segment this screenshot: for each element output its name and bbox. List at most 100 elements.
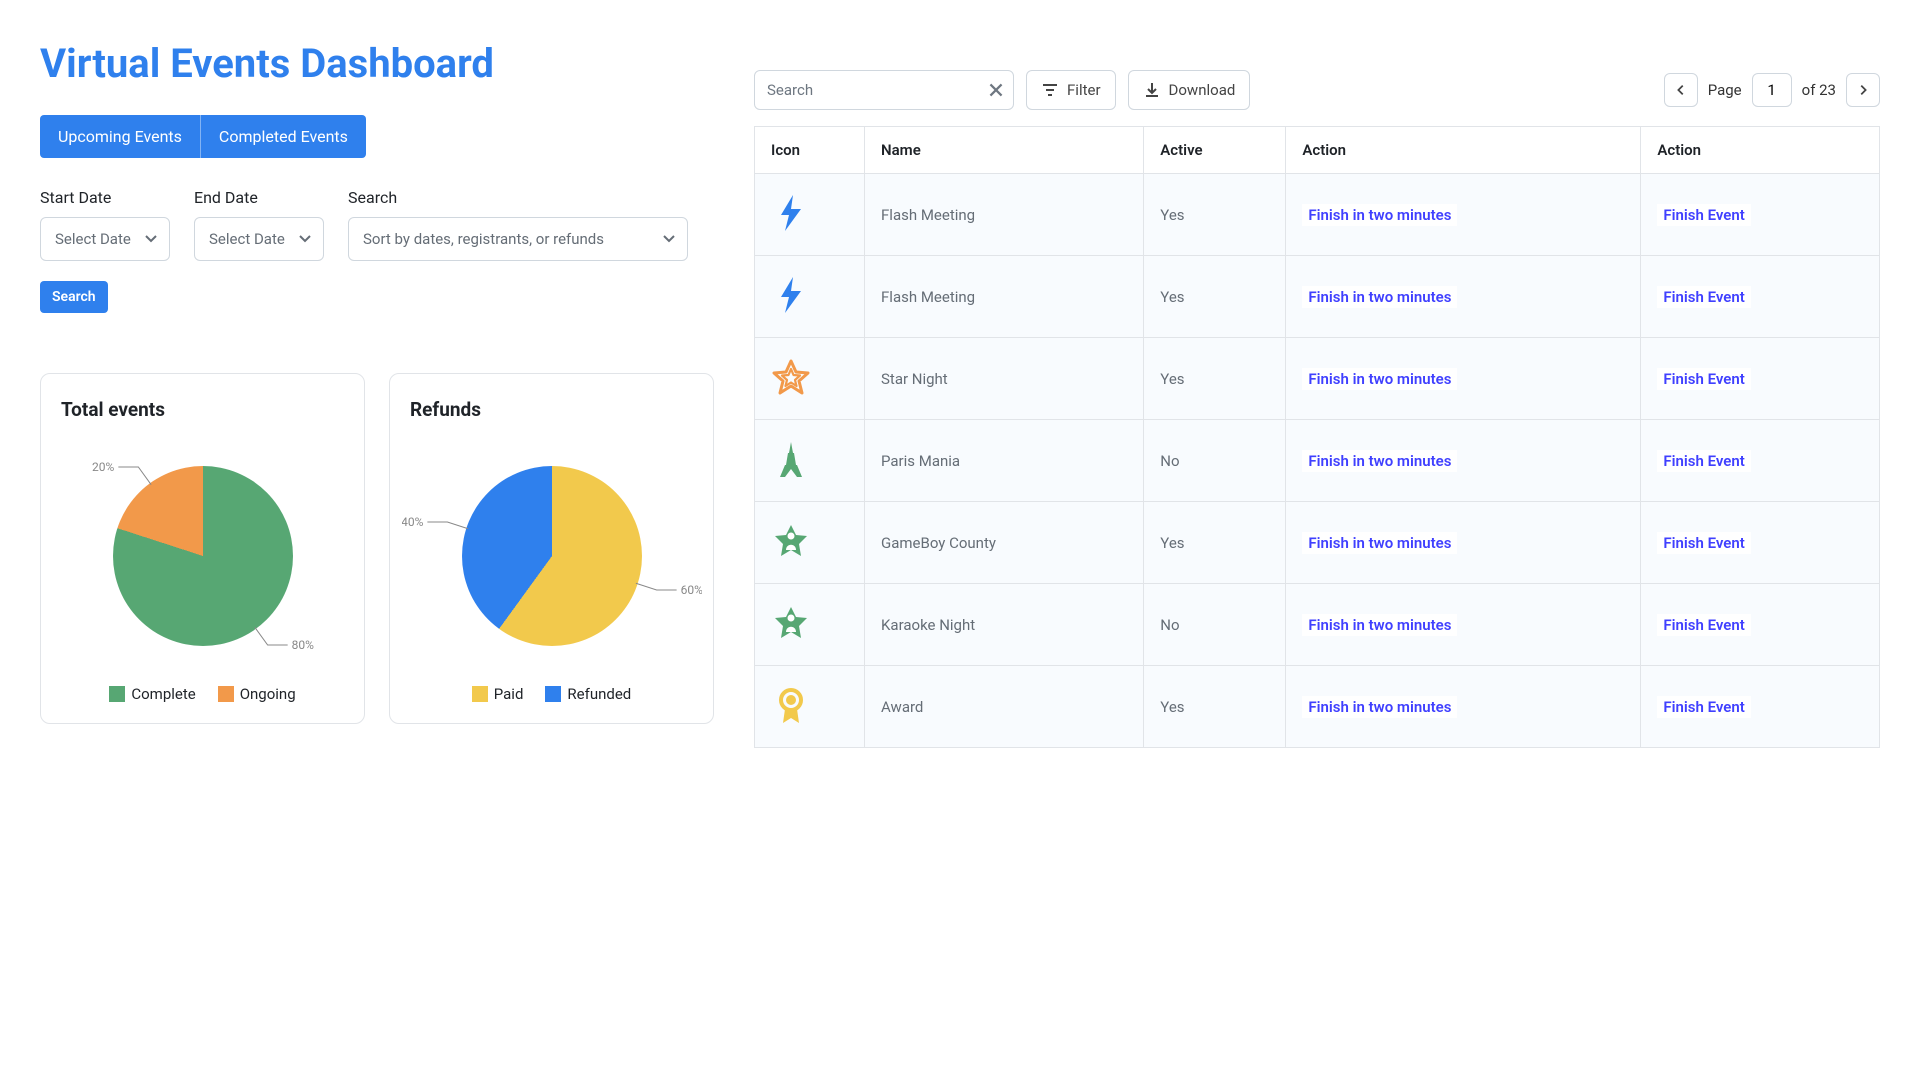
- chevron-down-icon: [661, 231, 677, 247]
- finish-in-two-link[interactable]: Finish in two minutes: [1302, 450, 1457, 472]
- search-button[interactable]: Search: [40, 281, 108, 313]
- download-button[interactable]: Download: [1128, 70, 1251, 110]
- row-active: Yes: [1144, 338, 1286, 420]
- pie-chart: 60%40%: [410, 441, 693, 671]
- legend-swatch: [109, 686, 125, 702]
- table-header-cell: Action: [1641, 127, 1880, 174]
- pie-slice-label: 20%: [92, 460, 114, 474]
- start-date-label: Start Date: [40, 188, 170, 207]
- pie-chart: 80% 20%: [61, 441, 344, 671]
- end-date-label: End Date: [194, 188, 324, 207]
- row-icon-cell: [755, 584, 865, 666]
- tab-upcoming[interactable]: Upcoming Events: [40, 115, 201, 158]
- eiffel-icon: [771, 439, 811, 479]
- finish-in-two-link[interactable]: Finish in two minutes: [1302, 368, 1457, 390]
- legend-label: Paid: [494, 685, 524, 703]
- row-icon-cell: [755, 256, 865, 338]
- row-action-cell: Finish in two minutes: [1286, 256, 1641, 338]
- start-date-value: Select Date: [55, 230, 131, 248]
- end-date-select[interactable]: Select Date: [194, 217, 324, 261]
- finish-event-link[interactable]: Finish Event: [1657, 368, 1750, 390]
- row-name: Paris Mania: [865, 420, 1144, 502]
- legend-item: Refunded: [545, 685, 631, 703]
- row-icon-cell: [755, 338, 865, 420]
- row-active: Yes: [1144, 666, 1286, 748]
- row-name: Karaoke Night: [865, 584, 1144, 666]
- table-row: AwardYes Finish in two minutes Finish Even…: [755, 666, 1880, 748]
- finish-in-two-link[interactable]: Finish in two minutes: [1302, 614, 1457, 636]
- filter-label: Filter: [1067, 81, 1101, 99]
- legend-swatch: [472, 686, 488, 702]
- download-label: Download: [1169, 81, 1236, 99]
- row-action-cell: Finish Event: [1641, 666, 1880, 748]
- row-active: Yes: [1144, 502, 1286, 584]
- person-star-icon: [771, 603, 811, 643]
- tabs: Upcoming Events Completed Events: [40, 115, 366, 158]
- filter-button[interactable]: Filter: [1026, 70, 1116, 110]
- finish-event-link[interactable]: Finish Event: [1657, 614, 1750, 636]
- table-row: GameBoy CountyYes Finish in two minutes Fi…: [755, 502, 1880, 584]
- row-name: Star Night: [865, 338, 1144, 420]
- finish-event-link[interactable]: Finish Event: [1657, 450, 1750, 472]
- row-action-cell: Finish Event: [1641, 256, 1880, 338]
- legend-item: Ongoing: [218, 685, 296, 703]
- legend-label: Complete: [131, 685, 195, 703]
- finish-in-two-link[interactable]: Finish in two minutes: [1302, 286, 1457, 308]
- award-icon: [771, 685, 811, 725]
- start-date-select[interactable]: Select Date: [40, 217, 170, 261]
- row-icon-cell: [755, 420, 865, 502]
- page-next-button[interactable]: [1846, 73, 1880, 107]
- table-row: Flash MeetingYesFinish in two minutesFin…: [755, 256, 1880, 338]
- table-row: Flash MeetingYesFinish in two minutesFin…: [755, 174, 1880, 256]
- filter-icon: [1041, 81, 1059, 99]
- row-action-cell: Finish Event: [1641, 502, 1880, 584]
- row-action-cell: Finish Event: [1641, 174, 1880, 256]
- legend-label: Ongoing: [240, 685, 296, 703]
- pie-slice-label: 80%: [291, 638, 313, 652]
- page-input[interactable]: [1752, 73, 1792, 107]
- row-name: Award: [865, 666, 1144, 748]
- row-icon-cell: [755, 502, 865, 584]
- table-search-input[interactable]: [754, 70, 1014, 110]
- row-action-cell: Finish Event: [1641, 420, 1880, 502]
- row-action-cell: Finish in two minutes: [1286, 420, 1641, 502]
- row-name: Flash Meeting: [865, 174, 1144, 256]
- row-active: No: [1144, 584, 1286, 666]
- finish-event-link[interactable]: Finish Event: [1657, 532, 1750, 554]
- refunds-card: Refunds60%40%PaidRefunded: [389, 373, 714, 724]
- row-name: GameBoy County: [865, 502, 1144, 584]
- legend: Paid Refunded: [410, 685, 693, 703]
- page-prev-button[interactable]: [1664, 73, 1698, 107]
- pie-slice-label: 60%: [680, 583, 701, 597]
- table-row: Karaoke NightNo Finish in two minutes Fini…: [755, 584, 1880, 666]
- tab-completed[interactable]: Completed Events: [201, 115, 366, 158]
- page-title: Virtual Events Dashboard: [40, 40, 714, 87]
- download-icon: [1143, 81, 1161, 99]
- row-active: Yes: [1144, 256, 1286, 338]
- finish-in-two-link[interactable]: Finish in two minutes: [1302, 204, 1457, 226]
- sort-select[interactable]: Sort by dates, registrants, or refunds: [348, 217, 688, 261]
- finish-in-two-link[interactable]: Finish in two minutes: [1302, 696, 1457, 718]
- finish-in-two-link[interactable]: Finish in two minutes: [1302, 532, 1457, 554]
- row-action-cell: Finish in two minutes: [1286, 584, 1641, 666]
- bolt-icon: [771, 275, 811, 315]
- chevron-left-icon: [1674, 83, 1688, 97]
- chevron-down-icon: [143, 231, 159, 247]
- row-action-cell: Finish in two minutes: [1286, 338, 1641, 420]
- legend-label: Refunded: [567, 685, 631, 703]
- events-table: IconNameActiveActionAction Flash Meeting…: [754, 126, 1880, 748]
- card-title: Total events: [61, 398, 344, 421]
- finish-event-link[interactable]: Finish Event: [1657, 204, 1750, 226]
- filters: Start Date Select Date End Date Select D…: [40, 188, 714, 261]
- total-events-card: Total events 80% 20% Complete Ongoing: [40, 373, 365, 724]
- row-action-cell: Finish Event: [1641, 584, 1880, 666]
- close-icon[interactable]: [986, 80, 1006, 100]
- legend-swatch: [218, 686, 234, 702]
- person-star-icon: [771, 521, 811, 561]
- legend-item: Paid: [472, 685, 524, 703]
- finish-event-link[interactable]: Finish Event: [1657, 696, 1750, 718]
- legend-item: Complete: [109, 685, 195, 703]
- table-header-cell: Icon: [755, 127, 865, 174]
- finish-event-link[interactable]: Finish Event: [1657, 286, 1750, 308]
- row-action-cell: Finish in two minutes: [1286, 666, 1641, 748]
